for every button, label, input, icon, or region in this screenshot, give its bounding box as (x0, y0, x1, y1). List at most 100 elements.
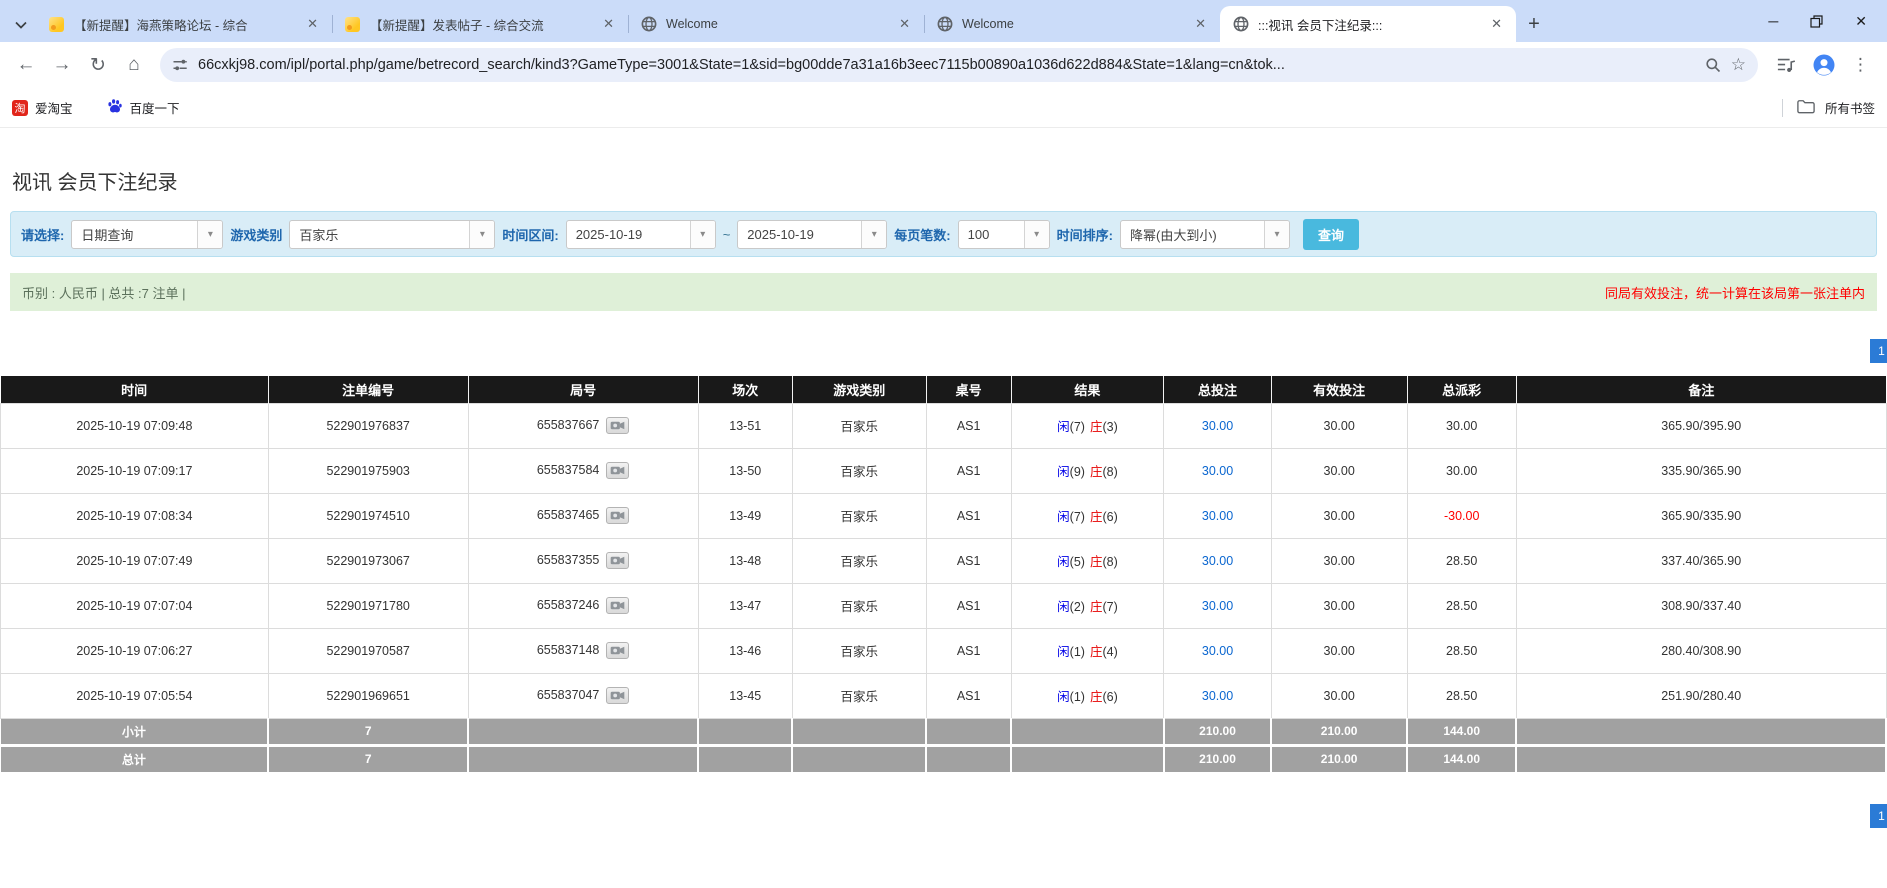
camera-icon[interactable] (606, 642, 629, 659)
camera-icon[interactable] (606, 597, 629, 614)
zoom-icon[interactable] (1705, 57, 1721, 73)
cell-valid-bet: 30.00 (1271, 403, 1407, 448)
tune-icon[interactable] (172, 57, 188, 73)
table-footer: 小计 7 210.00 210.00 144.00 总计 7 210.00 21… (1, 718, 1887, 772)
bookmark-star-icon[interactable]: ☆ (1731, 55, 1746, 75)
tab-close-icon[interactable]: ✕ (897, 14, 912, 34)
all-bookmarks[interactable]: 所有书签 (1782, 98, 1875, 117)
cell-game: 百家乐 (792, 493, 926, 538)
forward-button[interactable]: → (46, 49, 78, 81)
browser-tab[interactable]: Welcome ✕ (924, 6, 1220, 42)
cell-table: AS1 (926, 538, 1011, 583)
summary-empty-cell (1011, 745, 1164, 772)
camera-icon[interactable] (606, 552, 629, 569)
cell-remark: 365.90/395.90 (1516, 403, 1886, 448)
folder-icon (1797, 99, 1815, 117)
cell-session: 13-50 (698, 448, 792, 493)
cell-time: 2025-10-19 07:07:49 (1, 538, 269, 583)
table-row: 2025-10-19 07:07:49 522901973067 6558373… (1, 538, 1887, 583)
page-1-button[interactable]: 1 (1870, 339, 1887, 363)
browser-tab[interactable]: 【新提醒】海燕策略论坛 - 综合 ✕ (36, 6, 332, 42)
cell-result: 闲(1)庄(4) (1011, 628, 1164, 673)
cell-round: 655837246 (468, 583, 698, 628)
close-button[interactable]: ✕ (1855, 13, 1867, 30)
tab-favicon-icon (936, 16, 953, 33)
cell-table: AS1 (926, 583, 1011, 628)
round-number: 655837047 (537, 688, 600, 702)
cell-total-bet[interactable]: 30.00 (1164, 403, 1271, 448)
tab-close-icon[interactable]: ✕ (601, 14, 616, 34)
camera-icon[interactable] (606, 687, 629, 704)
camera-icon[interactable] (606, 462, 629, 479)
bookmark-baidu[interactable]: 百度一下 (107, 98, 180, 117)
browser-toolbar: ← → ↻ ⌂ 66cxkj98.com/ipl/portal.php/game… (0, 42, 1887, 88)
sort-select[interactable]: 降幂(由大到小) ▾ (1120, 220, 1290, 249)
page-1-button[interactable]: 1 (1870, 804, 1887, 828)
bookmarks-bar: 淘 爱淘宝 百度一下 所有书签 (0, 88, 1887, 128)
summary-empty-cell (468, 745, 698, 772)
menu-dots-icon[interactable]: ⋮ (1852, 55, 1869, 75)
cell-remark: 365.90/335.90 (1516, 493, 1886, 538)
camera-icon[interactable] (606, 507, 629, 524)
chevron-down-icon[interactable] (6, 8, 36, 42)
browser-tab[interactable]: Welcome ✕ (628, 6, 924, 42)
address-bar[interactable]: 66cxkj98.com/ipl/portal.php/game/betreco… (160, 48, 1758, 82)
browser-tab[interactable]: 【新提醒】发表帖子 - 综合交流 ✕ (332, 6, 628, 42)
tab-favicon-icon (640, 16, 657, 33)
tab-close-icon[interactable]: ✕ (305, 14, 320, 34)
cell-total-bet[interactable]: 30.00 (1164, 538, 1271, 583)
column-header: 时间 (1, 376, 269, 403)
back-button[interactable]: ← (10, 49, 42, 81)
cell-valid-bet: 30.00 (1271, 583, 1407, 628)
game-type-select[interactable]: 百家乐 ▾ (289, 220, 495, 249)
tab-strip: 【新提醒】海燕策略论坛 - 综合 ✕ 【新提醒】发表帖子 - 综合交流 ✕ We… (36, 6, 1516, 42)
table-row: 2025-10-19 07:09:48 522901976837 6558376… (1, 403, 1887, 448)
player-result: 闲 (1057, 600, 1070, 614)
summary-empty-cell (926, 745, 1011, 772)
reload-button[interactable]: ↻ (82, 49, 114, 81)
cell-total-bet[interactable]: 30.00 (1164, 583, 1271, 628)
cell-valid-bet: 30.00 (1271, 493, 1407, 538)
camera-icon[interactable] (606, 417, 629, 434)
tab-close-icon[interactable]: ✕ (1489, 14, 1504, 34)
cell-total-bet[interactable]: 30.00 (1164, 628, 1271, 673)
bet-records-table: 时间注单编号局号场次游戏类别桌号结果总投注有效投注总派彩备注 2025-10-1… (0, 376, 1887, 772)
date-to-select[interactable]: 2025-10-19 ▾ (737, 220, 887, 249)
new-tab-button[interactable]: + (1516, 6, 1552, 42)
cell-payout: -30.00 (1407, 493, 1516, 538)
summary-count: 7 (268, 745, 468, 772)
maximize-button[interactable] (1810, 15, 1823, 28)
cell-total-bet[interactable]: 30.00 (1164, 493, 1271, 538)
home-button[interactable]: ⌂ (118, 49, 150, 81)
media-controls-icon[interactable] (1776, 56, 1796, 74)
search-button[interactable]: 查询 (1303, 219, 1359, 250)
tab-close-icon[interactable]: ✕ (1193, 14, 1208, 34)
round-number: 655837667 (537, 418, 600, 432)
round-number: 655837246 (537, 598, 600, 612)
per-page-select[interactable]: 100 ▾ (958, 220, 1050, 249)
cell-result: 闲(7)庄(6) (1011, 493, 1164, 538)
url-text[interactable]: 66cxkj98.com/ipl/portal.php/game/betreco… (198, 57, 1695, 73)
cell-bet-id: 522901976837 (268, 403, 468, 448)
page-title: 视讯 会员下注纪录 (12, 166, 1887, 195)
column-header: 注单编号 (268, 376, 468, 403)
cell-round: 655837465 (468, 493, 698, 538)
cell-total-bet[interactable]: 30.00 (1164, 448, 1271, 493)
cell-time: 2025-10-19 07:07:04 (1, 583, 269, 628)
cell-game: 百家乐 (792, 403, 926, 448)
cell-total-bet[interactable]: 30.00 (1164, 673, 1271, 718)
profile-avatar[interactable] (1812, 53, 1836, 77)
chevron-down-icon: ▾ (690, 221, 715, 248)
date-from-select[interactable]: 2025-10-19 ▾ (566, 220, 716, 249)
summary-empty-cell (698, 718, 792, 745)
cell-payout: 30.00 (1407, 403, 1516, 448)
minimize-button[interactable]: ─ (1768, 13, 1778, 29)
chevron-down-icon: ▾ (861, 221, 886, 248)
summary-empty-cell (792, 745, 926, 772)
cell-remark: 308.90/337.40 (1516, 583, 1886, 628)
bookmark-taobao[interactable]: 淘 爱淘宝 (12, 98, 73, 117)
cell-bet-id: 522901971780 (268, 583, 468, 628)
round-number: 655837584 (537, 463, 600, 477)
browser-tab[interactable]: :::视讯 会员下注纪录::: ✕ (1220, 6, 1516, 42)
query-type-select[interactable]: 日期查询 ▾ (71, 220, 223, 249)
